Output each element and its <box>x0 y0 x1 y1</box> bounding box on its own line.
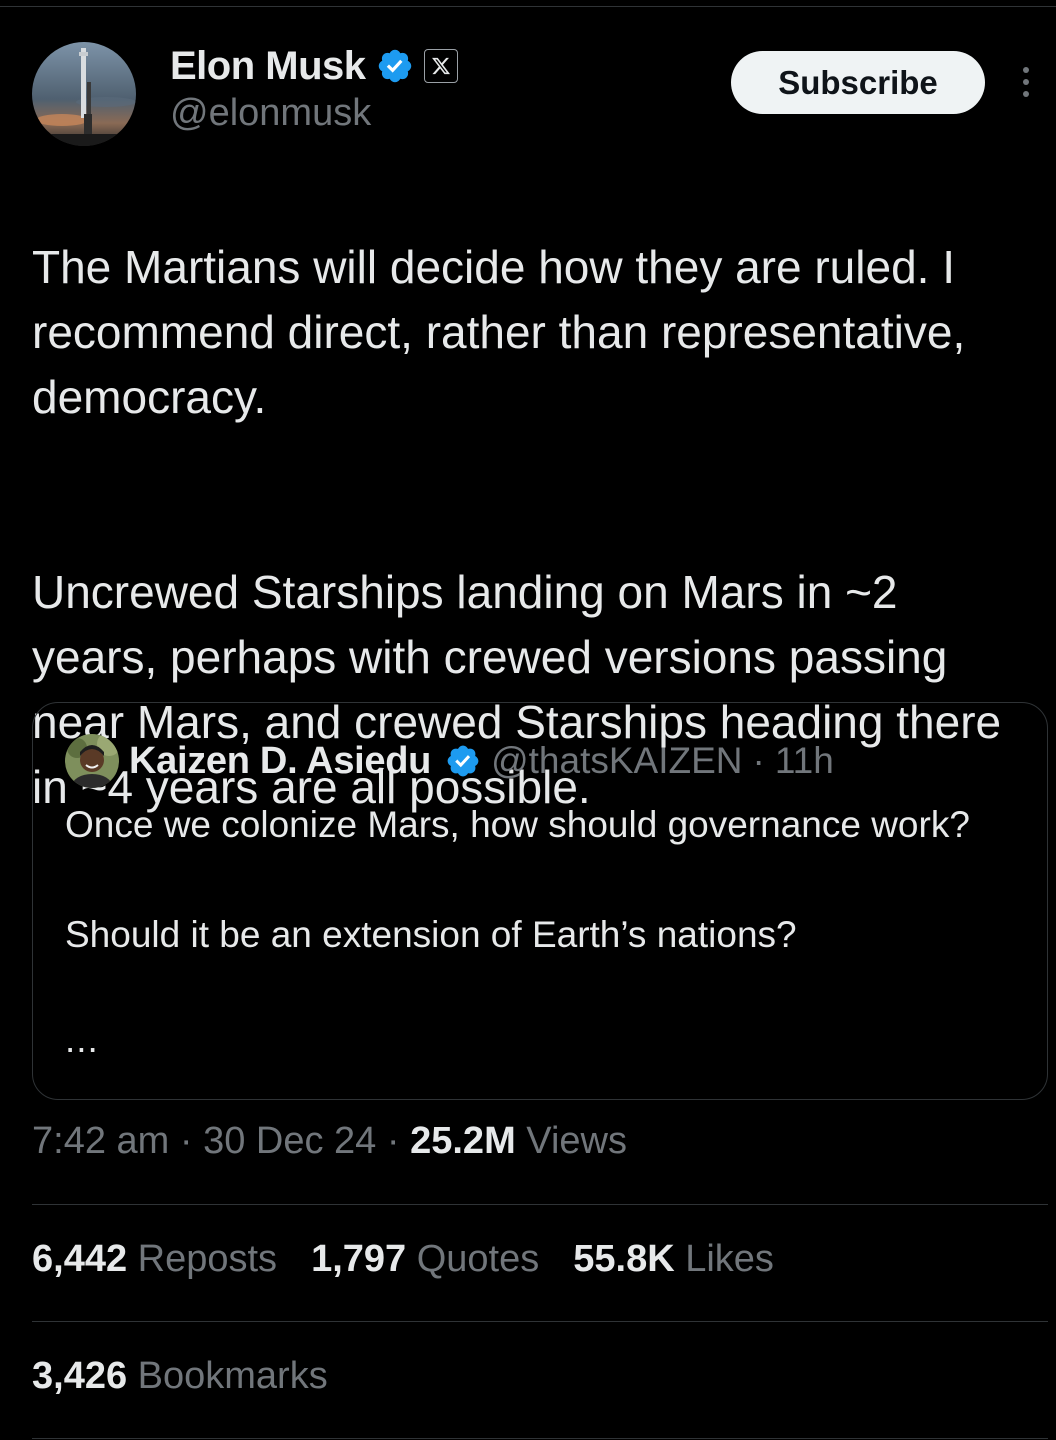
tweet-paragraph: The Martians will decide how they are ru… <box>32 241 966 423</box>
verified-badge-icon <box>378 49 411 83</box>
quotes-label: Quotes <box>416 1238 540 1280</box>
tweet-meta-row: 7:42 am · 30 Dec 24 · 25.2M Views <box>32 1120 627 1163</box>
author-avatar[interactable] <box>32 42 136 146</box>
quoted-tweet-time[interactable]: 11h <box>775 740 834 782</box>
x-logo-icon <box>431 57 450 75</box>
tweet-time[interactable]: 7:42 am <box>32 1120 169 1162</box>
more-options-icon[interactable] <box>1014 64 1038 100</box>
quotes-count: 1,797 <box>311 1238 407 1280</box>
reposts-stat[interactable]: 6,442 Reposts <box>32 1238 277 1281</box>
subscribe-button[interactable]: Subscribe <box>731 51 985 114</box>
separator-dot: · <box>752 740 765 781</box>
quoted-author-avatar[interactable] <box>65 734 119 788</box>
quotes-stat[interactable]: 1,797 Quotes <box>311 1238 539 1281</box>
reposts-label: Reposts <box>137 1238 278 1280</box>
quoted-truncation-ellipsis: ... <box>65 1019 99 1060</box>
author-handle[interactable]: @elonmusk <box>170 92 371 135</box>
reposts-count: 6,442 <box>32 1238 128 1280</box>
separator-dot: · <box>179 1120 193 1162</box>
engagement-stats-row: 6,442 Reposts 1,797 Quotes 55.8K Likes <box>32 1238 774 1281</box>
author-display-name[interactable]: Elon Musk <box>170 44 366 89</box>
author-name-row: Elon Musk <box>170 40 458 92</box>
verified-badge-icon <box>447 745 479 777</box>
bookmarks-label: Bookmarks <box>137 1355 328 1397</box>
quoted-author-name[interactable]: Kaizen D. Asiedu <box>129 740 431 783</box>
quoted-paragraph: Once we colonize Mars, how should govern… <box>65 804 970 845</box>
separator-dot: · <box>386 1120 400 1162</box>
tweet-date[interactable]: 30 Dec 24 <box>203 1120 376 1162</box>
x-affiliation-badge[interactable] <box>423 49 458 83</box>
divider <box>32 1438 1048 1439</box>
views-label: Views <box>526 1120 627 1162</box>
views-count: 25.2M <box>410 1120 516 1162</box>
likes-stat[interactable]: 55.8K Likes <box>573 1238 774 1281</box>
quoted-tweet-header: Kaizen D. Asiedu @thatsKAIZEN · 11h <box>65 733 834 789</box>
quoted-tweet-text: Once we colonize Mars, how should govern… <box>65 797 1025 962</box>
likes-count: 55.8K <box>573 1238 675 1280</box>
bookmarks-count: 3,426 <box>32 1355 128 1397</box>
bookmarks-stat[interactable]: 3,426 Bookmarks <box>32 1355 328 1398</box>
quoted-tweet-card[interactable]: Kaizen D. Asiedu @thatsKAIZEN · 11h Once… <box>32 702 1048 1100</box>
likes-label: Likes <box>685 1238 774 1280</box>
quoted-paragraph: Should it be an extension of Earth’s nat… <box>65 914 797 955</box>
divider <box>32 1321 1048 1322</box>
top-divider <box>0 6 1056 7</box>
divider <box>32 1204 1048 1205</box>
person-avatar-image <box>65 734 119 788</box>
rocket-launch-image <box>32 42 136 146</box>
quoted-author-handle[interactable]: @thatsKAIZEN <box>491 740 742 782</box>
